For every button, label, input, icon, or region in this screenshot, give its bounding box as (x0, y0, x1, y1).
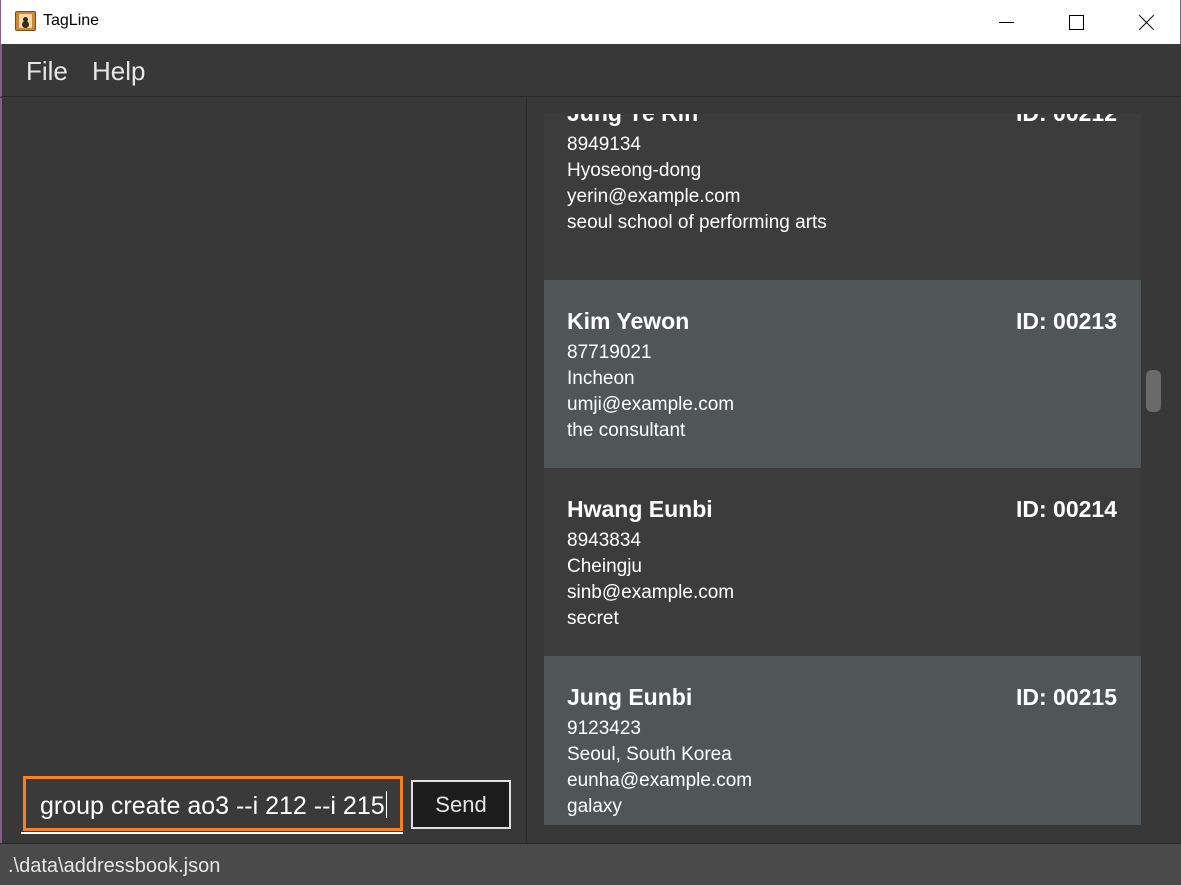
contact-phone: 9123423 (567, 718, 641, 739)
contact-id: ID: 00214 (1015, 496, 1117, 522)
contact-email: eunha@example.com (567, 770, 753, 791)
contact-address: Incheon (567, 368, 635, 389)
contact-list-pane: Jung Ye Rin ID: 00212 8949134 Hyoseong-d… (528, 98, 1181, 843)
menu-file[interactable]: File (26, 56, 68, 87)
contact-phone: 87719021 (567, 342, 652, 363)
contact-card[interactable]: Jung Ye Rin ID: 00212 8949134 Hyoseong-d… (544, 114, 1141, 280)
status-file-path: .\data\addressbook.json (8, 855, 221, 877)
contact-note: seoul school of performing arts (567, 212, 827, 233)
text-caret (385, 791, 387, 818)
contact-phone: 8949134 (567, 134, 641, 155)
contact-address: Hyoseong-dong (567, 160, 702, 181)
contact-card[interactable]: Jung Eunbi ID: 00215 9123423 Seoul, Sout… (544, 656, 1141, 825)
contact-card[interactable]: Hwang Eunbi ID: 00214 8943834 Cheingju s… (544, 468, 1141, 656)
contact-address: Cheingju (567, 556, 642, 577)
maximize-icon (1068, 14, 1084, 30)
contact-card[interactable]: Kim Yewon ID: 00213 87719021 Incheon umj… (544, 280, 1141, 468)
minimize-icon (998, 21, 1014, 23)
contact-name: Jung Eunbi (567, 684, 693, 710)
contact-id: ID: 00213 (1015, 308, 1117, 334)
menu-help[interactable]: Help (92, 56, 145, 87)
contact-email: umji@example.com (567, 394, 735, 415)
scrollbar-track[interactable] (1145, 98, 1165, 843)
send-button[interactable]: Send (411, 780, 511, 829)
contact-note: galaxy (567, 796, 622, 817)
menu-bar: File Help (0, 44, 1181, 97)
app-icon (15, 11, 36, 31)
contact-phone: 8943834 (567, 530, 641, 551)
contact-id: ID: 00212 (1016, 114, 1117, 127)
window-title: TagLine (43, 12, 100, 29)
contact-name: Hwang Eunbi (567, 496, 713, 522)
command-input[interactable]: group create ao3 --i 212 --i 215 (23, 776, 403, 831)
contact-id: ID: 00215 (1015, 684, 1117, 710)
command-input-text: group create ao3 --i 212 --i 215 (40, 791, 387, 820)
contact-name: Jung Ye Rin (567, 114, 698, 127)
scrollbar-thumb[interactable] (1146, 370, 1161, 412)
contact-name: Kim Yewon (567, 308, 690, 334)
contact-address: Seoul, South Korea (567, 744, 732, 765)
contact-note: secret (567, 608, 619, 629)
maximize-button[interactable] (1041, 0, 1111, 44)
contact-note: the consultant (567, 420, 686, 441)
title-bar: TagLine (0, 0, 1181, 44)
close-icon (1138, 14, 1155, 31)
contact-email: sinb@example.com (567, 582, 735, 603)
result-pane (0, 98, 527, 843)
minimize-button[interactable] (971, 0, 1041, 44)
command-input-underline (21, 832, 403, 834)
status-bar: .\data\addressbook.json (0, 843, 1181, 885)
contact-email: yerin@example.com (567, 186, 741, 207)
close-button[interactable] (1111, 0, 1181, 44)
contact-list[interactable]: Jung Ye Rin ID: 00212 8949134 Hyoseong-d… (544, 114, 1141, 825)
